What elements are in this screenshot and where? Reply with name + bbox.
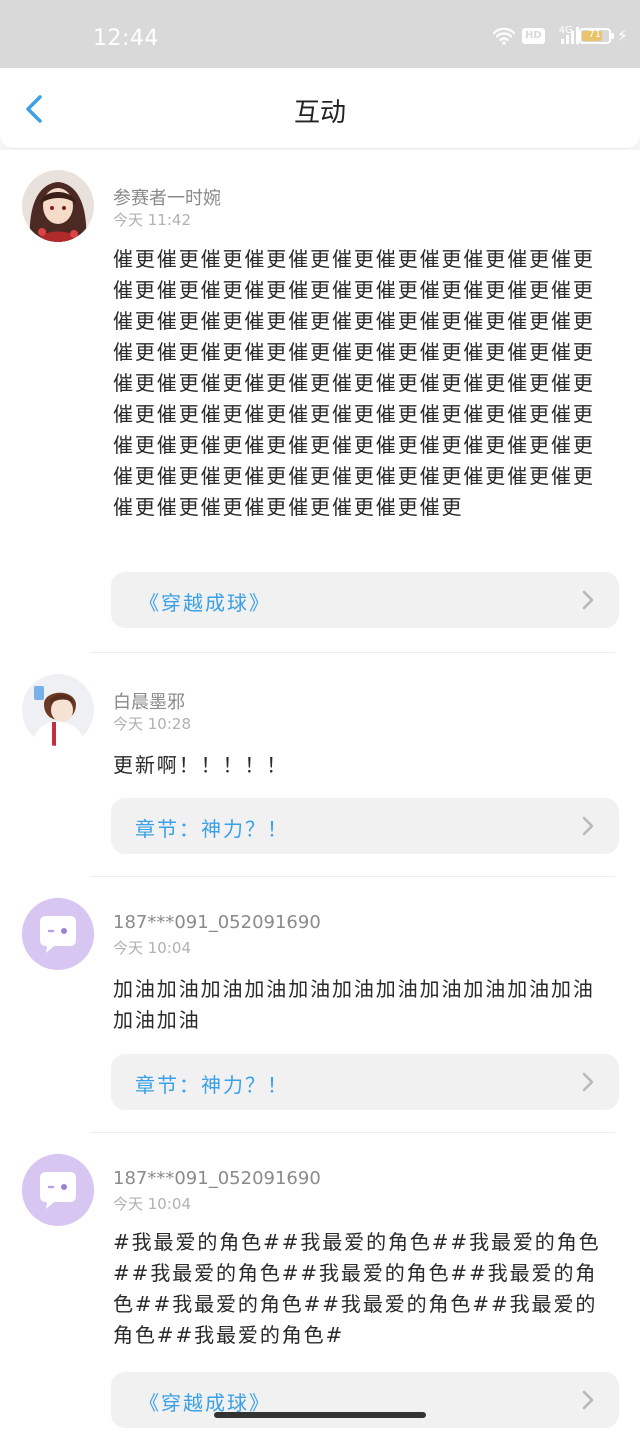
network-type-label: 4G — [558, 25, 573, 36]
chevron-right-icon — [581, 589, 595, 611]
page-title: 互动 — [293, 98, 346, 128]
comment-item: 187***091_052091690 今天 10:04 #我最爱的角色##我最… — [0, 1132, 640, 1432]
chevron-right-icon — [581, 815, 595, 837]
avatar[interactable] — [22, 674, 94, 746]
comment-item: 白晨墨邪 今天 10:28 更新啊！！！！！ 章节：神力？！ — [0, 652, 640, 876]
home-indicator[interactable] — [214, 1412, 426, 1418]
story-link-card[interactable]: 《穿越成球》 — [111, 1372, 619, 1428]
avatar[interactable] — [22, 170, 94, 242]
chapter-link-card[interactable]: 章节：神力？！ — [111, 798, 619, 854]
comment-username[interactable]: 参赛者一时婉 — [113, 184, 221, 210]
story-link-label: 《穿越成球》 — [139, 591, 271, 615]
comment-text: 更新啊！！！！！ — [113, 753, 289, 777]
story-link-card[interactable]: 《穿越成球》 — [111, 572, 619, 628]
comment-time: 今天 11:42 — [113, 211, 191, 229]
comment-username[interactable]: 187***091_052091690 — [113, 1168, 321, 1189]
bot-avatar[interactable] — [22, 1154, 94, 1226]
comment-text: 加油加油加油加油加油加油加油加油加油加油加油加油加油 — [113, 977, 595, 1032]
battery-level: 71 — [588, 29, 602, 40]
chevron-right-icon — [581, 1071, 595, 1093]
comment-time: 今天 10:04 — [113, 939, 191, 957]
hd-icon: HD — [521, 28, 545, 44]
divider — [90, 876, 615, 877]
divider — [90, 652, 615, 653]
comment-username[interactable]: 白晨墨邪 — [113, 688, 185, 714]
status-bar: 12:44 HD 4G 71 ⚡ — [0, 0, 640, 68]
comment-time: 今天 10:28 — [113, 715, 191, 733]
status-icons: HD 4G 71 ⚡ — [492, 25, 628, 46]
comment-item: 187***091_052091690 今天 10:04 加油加油加油加油加油加… — [0, 876, 640, 1132]
battery-icon: 71 — [578, 28, 614, 44]
comment-time: 今天 10:04 — [113, 1195, 191, 1213]
charging-bolt-icon: ⚡ — [616, 26, 628, 45]
bot-avatar[interactable] — [22, 898, 94, 970]
comment-item: 参赛者一时婉 今天 11:42 催更催更催更催更催更催更催更催更催更催更催更催更… — [0, 150, 640, 652]
chapter-link-card[interactable]: 章节：神力？！ — [111, 1054, 619, 1110]
divider — [90, 1132, 615, 1133]
status-time: 12:44 — [93, 26, 159, 51]
chevron-right-icon — [581, 1389, 595, 1411]
comment-text: 催更催更催更催更催更催更催更催更催更催更催更催更催更催更催更催更催更催更催更催更… — [113, 247, 595, 519]
comment-username[interactable]: 187***091_052091690 — [113, 912, 321, 933]
header-bar: 互动 — [0, 68, 640, 149]
wifi-icon — [492, 27, 516, 45]
chapter-link-label: 章节：神力？！ — [135, 1073, 289, 1097]
comment-feed: 参赛者一时婉 今天 11:42 催更催更催更催更催更催更催更催更催更催更催更催更… — [0, 150, 640, 1432]
chapter-link-label: 章节：神力？！ — [135, 817, 289, 841]
comment-text: #我最爱的角色##我最爱的角色##我最爱的角色##我最爱的角色##我最爱的角色#… — [113, 1230, 601, 1347]
